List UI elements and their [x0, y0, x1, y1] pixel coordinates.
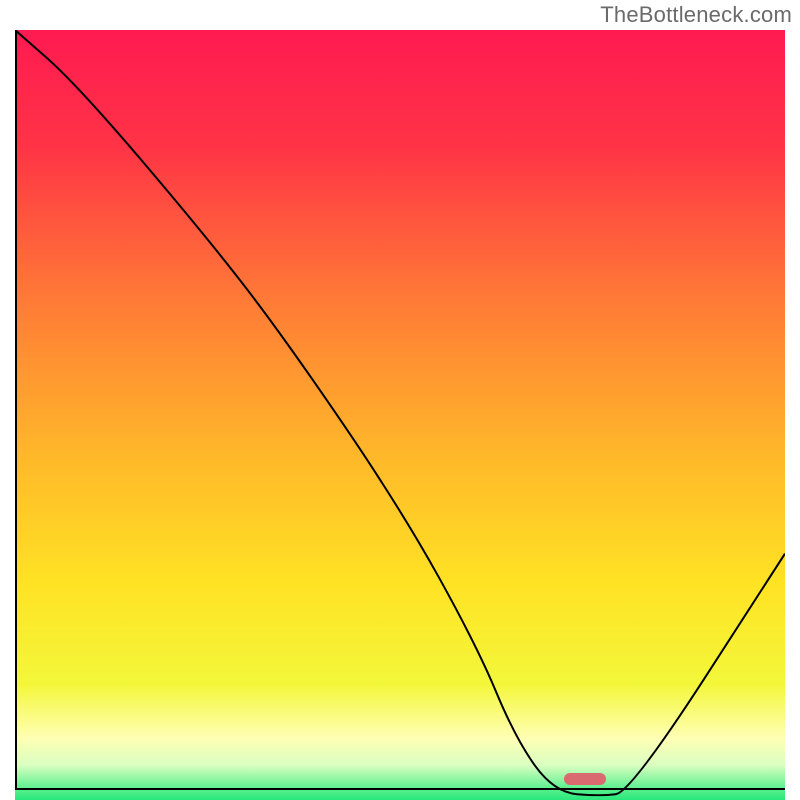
optimal-marker	[564, 773, 606, 785]
watermark-text: TheBottleneck.com	[600, 2, 792, 28]
bottleneck-chart	[15, 30, 785, 790]
bottleneck-curve-line	[15, 30, 785, 800]
